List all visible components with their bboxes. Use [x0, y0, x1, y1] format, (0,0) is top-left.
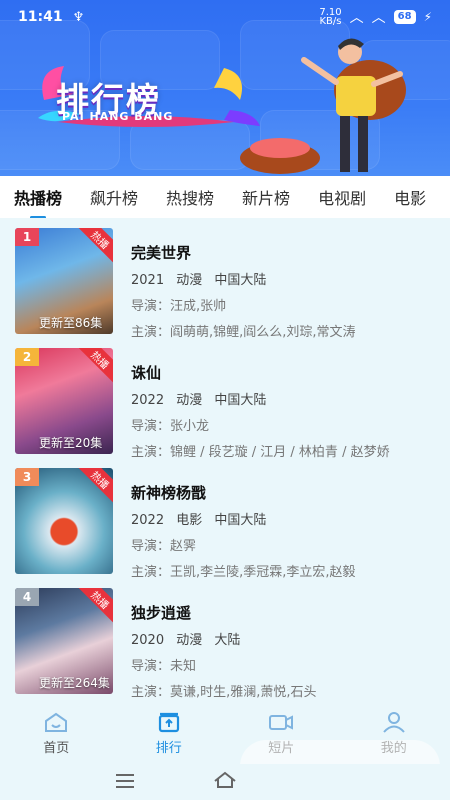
- item-region: 大陆: [214, 633, 241, 648]
- menu-icon[interactable]: [115, 773, 135, 789]
- rank-badge: 2: [15, 348, 39, 366]
- list-item[interactable]: 1 热播 更新至86集 完美世界 2021 动漫 中国大陆 导演：汪成,张帅 主…: [0, 228, 450, 348]
- update-status: 更新至20集: [39, 436, 103, 450]
- item-region: 中国大陆: [214, 513, 267, 528]
- banner-subtitle: PAI HANG BANG: [62, 110, 174, 123]
- item-cast: 主演：莫谦,时生,雅澜,萧悦,石头: [131, 685, 317, 700]
- notification-icon: ♆: [72, 9, 85, 25]
- item-title[interactable]: 独步逍遥: [131, 602, 317, 623]
- item-region: 中国大陆: [214, 393, 267, 408]
- tab-tv-series[interactable]: 电视剧: [318, 185, 366, 209]
- profile-icon: [383, 711, 405, 733]
- tab-hot-play[interactable]: 热播榜: [14, 185, 62, 218]
- item-genre: 电影: [176, 513, 203, 528]
- status-icons: 7.10 KB/s ︿ ︿ 68 ⚡: [319, 7, 432, 27]
- item-cast: 主演：锦鲤 / 段艺璇 / 江月 / 林柏青 / 赵梦娇: [131, 445, 390, 460]
- update-status: 更新至264集: [39, 676, 110, 690]
- item-region: 中国大陆: [214, 273, 267, 288]
- system-nav-bar: [0, 764, 450, 800]
- rank-badge: 4: [15, 588, 39, 606]
- update-status: 更新至86集: [39, 316, 103, 330]
- item-director: 导演：赵霁: [131, 539, 197, 554]
- tab-hot-search[interactable]: 热搜榜: [166, 185, 214, 209]
- item-title[interactable]: 完美世界: [131, 242, 356, 263]
- item-director: 导演：汪成,张帅: [131, 299, 227, 314]
- item-year: 2022: [131, 513, 165, 528]
- video-icon: [269, 714, 294, 730]
- nav-ranking[interactable]: 排行: [124, 711, 214, 756]
- item-genre: 动漫: [176, 633, 203, 648]
- poster[interactable]: 4 热播 更新至264集: [15, 588, 113, 694]
- item-genre: 动漫: [176, 273, 203, 288]
- item-meta: 2021 动漫 中国大陆: [131, 269, 356, 288]
- item-year: 2020: [131, 633, 165, 648]
- item-info: 完美世界 2021 动漫 中国大陆 导演：汪成,张帅 主演：阎萌萌,锦鲤,阎么么…: [131, 242, 356, 347]
- charging-icon: ⚡: [423, 10, 432, 24]
- poster[interactable]: 1 热播 更新至86集: [15, 228, 113, 334]
- item-director: 导演：未知: [131, 659, 197, 674]
- home-icon: [45, 712, 68, 732]
- clock: 11:41: [18, 9, 63, 25]
- hot-badge: 热播: [76, 588, 113, 624]
- wifi-icon: ︿: [349, 10, 364, 26]
- hot-badge: 热播: [76, 348, 113, 384]
- hero-illustration: [240, 38, 406, 174]
- status-bar: 11:41 ♆ 7.10 KB/s ︿ ︿ 68 ⚡: [0, 0, 450, 34]
- list-item[interactable]: 4 热播 更新至264集 独步逍遥 2020 动漫 大陆 导演：未知 主演：莫谦…: [0, 588, 450, 708]
- wifi-icon-2: ︿: [371, 10, 386, 26]
- network-speed: 7.10 KB/s: [319, 7, 342, 27]
- item-year: 2021: [131, 273, 165, 288]
- item-year: 2022: [131, 393, 165, 408]
- nav-ranking-label: 排行: [155, 740, 182, 756]
- poster[interactable]: 2 热播 更新至20集: [15, 348, 113, 454]
- item-info: 独步逍遥 2020 动漫 大陆 导演：未知 主演：莫谦,时生,雅澜,萧悦,石头: [131, 602, 317, 707]
- tab-movie[interactable]: 电影: [394, 185, 426, 209]
- item-cast: 主演：王凯,李兰陵,季冠霖,李立宏,赵毅: [131, 565, 356, 580]
- ranking-icon: [158, 712, 179, 732]
- tab-new-release[interactable]: 新片榜: [242, 185, 290, 209]
- hot-badge: 热播: [76, 228, 113, 264]
- nav-home[interactable]: 首页: [11, 711, 101, 756]
- item-meta: 2020 动漫 大陆: [131, 629, 317, 648]
- battery-icon: 68: [393, 10, 416, 24]
- system-home-icon[interactable]: [212, 769, 238, 791]
- item-meta: 2022 动漫 中国大陆: [131, 389, 390, 408]
- item-info: 诛仙 2022 动漫 中国大陆 导演：张小龙 主演：锦鲤 / 段艺璇 / 江月 …: [131, 362, 390, 467]
- rank-badge: 1: [15, 228, 39, 246]
- nav-home-label: 首页: [43, 740, 70, 756]
- item-info: 新神榜杨戬 2022 电影 中国大陆 导演：赵霁 主演：王凯,李兰陵,季冠霖,李…: [131, 482, 356, 587]
- item-meta: 2022 电影 中国大陆: [131, 509, 356, 528]
- item-title[interactable]: 新神榜杨戬: [131, 482, 356, 503]
- list-item[interactable]: 3 热播 新神榜杨戬 2022 电影 中国大陆 导演：赵霁 主演：王凯,李兰陵,…: [0, 468, 450, 588]
- hot-badge: 热播: [76, 468, 113, 504]
- list-item[interactable]: 2 热播 更新至20集 诛仙 2022 动漫 中国大陆 导演：张小龙 主演：锦鲤…: [0, 348, 450, 468]
- item-director: 导演：张小龙: [131, 419, 210, 434]
- poster[interactable]: 3 热播: [15, 468, 113, 574]
- tab-rising[interactable]: 飙升榜: [90, 185, 138, 209]
- item-genre: 动漫: [176, 393, 203, 408]
- item-title[interactable]: 诛仙: [131, 362, 390, 383]
- rank-badge: 3: [15, 468, 39, 486]
- category-tabs: 热播榜 飙升榜 热搜榜 新片榜 电视剧 电影: [0, 176, 450, 218]
- item-cast: 主演：阎萌萌,锦鲤,阎么么,刘琮,常文涛: [131, 325, 356, 340]
